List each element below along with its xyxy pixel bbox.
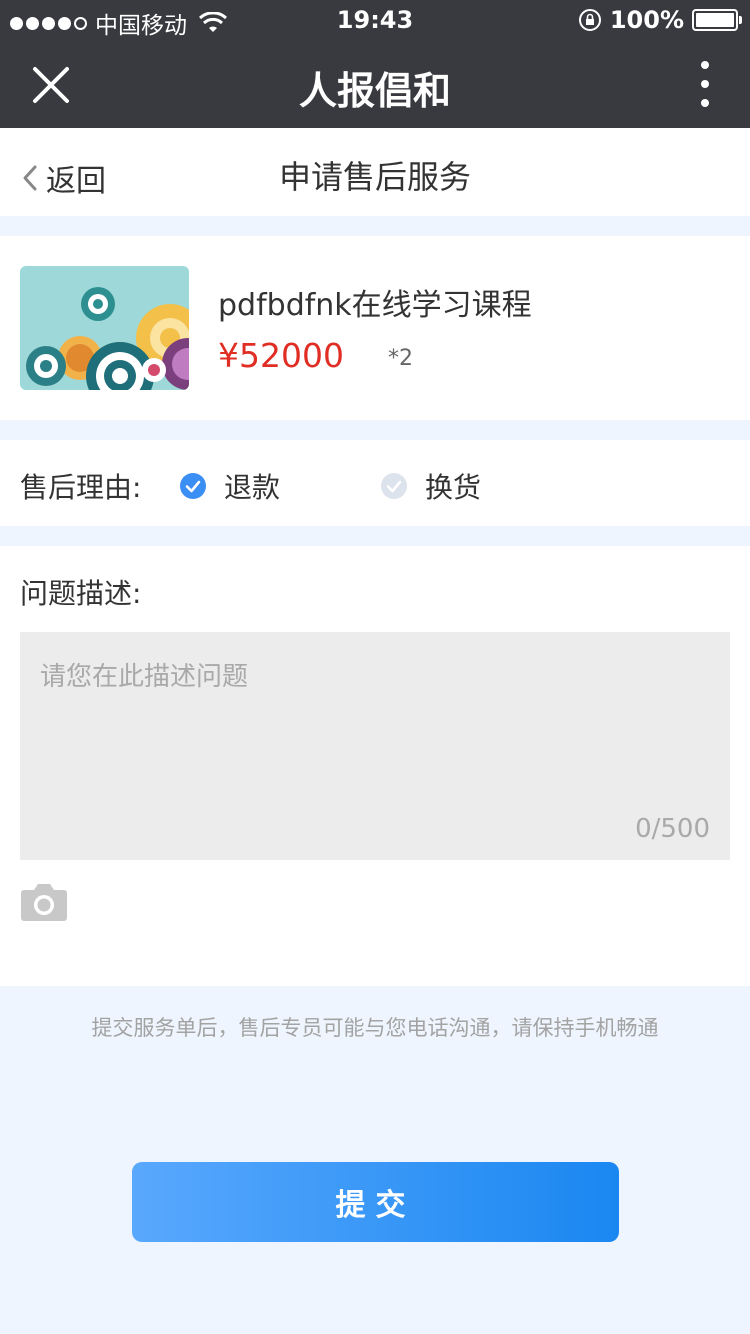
unchecked-circle-icon	[381, 473, 407, 499]
camera-icon[interactable]	[20, 880, 68, 922]
page-title: 申请售后服务	[278, 158, 471, 196]
char-counter: 0/500	[635, 814, 710, 844]
app-title-bar: 人报倡和	[0, 40, 750, 128]
battery-icon	[692, 9, 742, 31]
reason-section: 售后理由: 退款 换货	[0, 440, 750, 526]
product-thumbnail	[20, 266, 189, 390]
product-name: pdfbdfnk在线学习课程	[218, 288, 532, 323]
product-card: pdfbdfnk在线学习课程 ¥52000 *2	[0, 236, 750, 420]
status-right: 100%	[578, 6, 742, 34]
more-vertical-icon[interactable]	[700, 60, 710, 108]
notice-text: 提交服务单后，售后专员可能与您电话沟通，请保持手机畅通	[91, 1016, 659, 1040]
reason-option-refund[interactable]: 退款	[180, 466, 280, 506]
app-title: 人报倡和	[298, 69, 451, 113]
battery-percent: 100%	[609, 6, 684, 34]
description-textarea[interactable]	[20, 632, 730, 860]
reason-option-label: 退款	[224, 471, 281, 504]
description-section: 问题描述: 0/500	[0, 546, 750, 986]
description-box: 0/500	[20, 632, 730, 860]
reason-option-label: 换货	[425, 471, 482, 504]
reason-option-exchange[interactable]: 换货	[381, 466, 481, 506]
submit-button[interactable]: 提交	[132, 1162, 619, 1242]
product-quantity: *2	[388, 346, 413, 371]
reason-label: 售后理由:	[20, 471, 142, 504]
checked-circle-icon	[180, 473, 206, 499]
rotation-lock-icon	[578, 9, 601, 31]
product-price: ¥52000	[218, 336, 344, 375]
status-bar: 中国移动 19:43 100%	[0, 0, 750, 40]
description-label: 问题描述:	[20, 577, 142, 610]
page-header: 返回 申请售后服务	[0, 128, 750, 216]
